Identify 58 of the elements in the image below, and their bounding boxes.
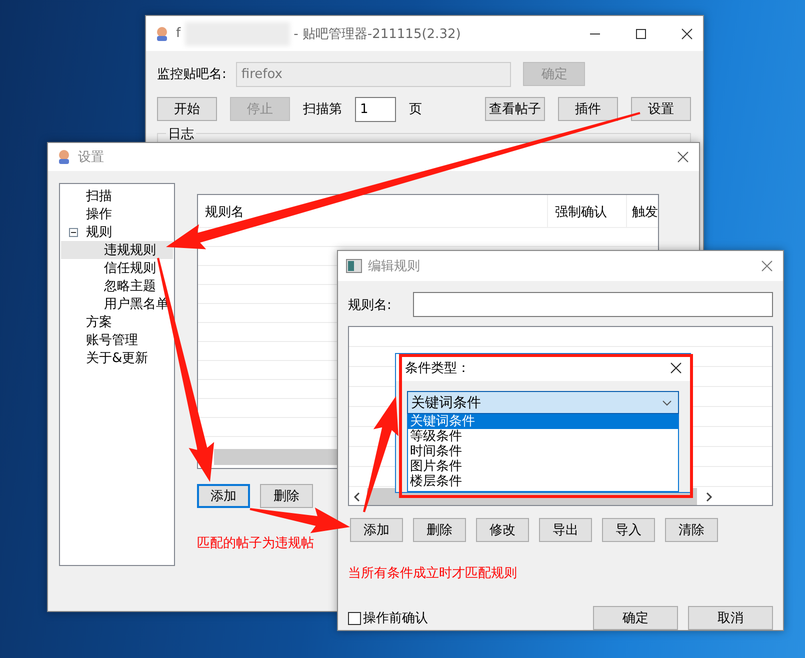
close-icon[interactable] xyxy=(670,362,682,374)
toolbar-button[interactable]: 开始 xyxy=(157,97,217,121)
app-icon xyxy=(56,149,72,165)
tree-item[interactable]: 账号管理 xyxy=(61,331,173,349)
dropdown-option[interactable]: 等级条件 xyxy=(408,429,678,444)
window-title: 编辑规则 xyxy=(368,258,420,275)
tree-item[interactable]: 方案 xyxy=(61,313,173,331)
toolbar-button[interactable]: 导出 xyxy=(539,518,592,542)
window-icon xyxy=(346,258,362,274)
tree-item[interactable]: 操作 xyxy=(61,205,173,223)
scan-label: 扫描第 xyxy=(303,101,342,118)
toolbar-button[interactable]: 添加 xyxy=(350,518,403,542)
tree-item[interactable]: 关于&更新 xyxy=(61,349,173,367)
toolbar-button[interactable]: 添加 xyxy=(197,484,250,508)
rule-name-field[interactable] xyxy=(413,292,773,317)
tree-item[interactable]: 信任规则 xyxy=(61,259,173,277)
group-label: 日志 xyxy=(166,127,196,142)
tree-item[interactable]: 规则 xyxy=(61,223,173,241)
tree-item[interactable]: 扫描 xyxy=(61,187,173,205)
tree-item[interactable]: 用户黑名单 xyxy=(61,295,173,313)
dropdown-option[interactable]: 关键词条件 xyxy=(408,414,678,429)
column-header[interactable]: 强制确认 xyxy=(548,195,627,227)
tree-item[interactable]: 忽略主题 xyxy=(61,277,173,295)
window-title: 设置 xyxy=(78,149,104,166)
field-label: 规则名: xyxy=(348,296,392,314)
toolbar-button[interactable]: 查看帖子 xyxy=(485,97,545,121)
window-title: f xyxy=(176,26,181,41)
app-icon xyxy=(154,26,170,42)
field-label: 监控贴吧名: xyxy=(157,66,226,83)
tree-item[interactable]: 违规规则 xyxy=(61,241,173,259)
scroll-left-icon[interactable] xyxy=(353,492,361,502)
dialog-title: 条件类型： xyxy=(405,360,470,376)
toolbar-button[interactable]: 设置 xyxy=(631,97,691,121)
toolbar-button[interactable]: 插件 xyxy=(558,97,618,121)
toolbar-button[interactable]: 删除 xyxy=(260,484,313,508)
page-label: 页 xyxy=(409,101,422,118)
dropdown-option[interactable]: 时间条件 xyxy=(408,444,678,459)
hint-text: 匹配的帖子为违规帖 xyxy=(197,535,315,552)
close-icon[interactable] xyxy=(681,28,693,40)
ok-button[interactable]: 确定 xyxy=(593,606,678,630)
maximize-icon[interactable] xyxy=(635,28,647,40)
cancel-button[interactable]: 取消 xyxy=(688,606,773,630)
toolbar-button[interactable]: 修改 xyxy=(476,518,529,542)
dropdown-option[interactable]: 楼层条件 xyxy=(408,474,678,489)
column-header[interactable]: 触发 xyxy=(627,195,658,227)
close-icon[interactable] xyxy=(677,151,689,163)
toolbar-button[interactable]: 删除 xyxy=(413,518,466,542)
dropdown-option[interactable]: 图片条件 xyxy=(408,459,678,474)
page-field[interactable]: 1 xyxy=(355,96,396,122)
condition-type-dropdown[interactable]: 关键词条件 xyxy=(407,391,679,414)
toolbar-button[interactable]: 导入 xyxy=(602,518,655,542)
collapse-icon[interactable] xyxy=(69,228,78,236)
chevron-down-icon xyxy=(662,400,672,406)
confirm-checkbox[interactable]: 操作前确认 xyxy=(348,609,428,627)
hint-text: 当所有条件成立时才匹配规则 xyxy=(348,565,518,582)
toolbar-button[interactable]: 清除 xyxy=(665,518,718,542)
window-title: - 贴吧管理器-211115(2.32) xyxy=(294,26,461,42)
scroll-right-icon[interactable] xyxy=(705,492,713,502)
